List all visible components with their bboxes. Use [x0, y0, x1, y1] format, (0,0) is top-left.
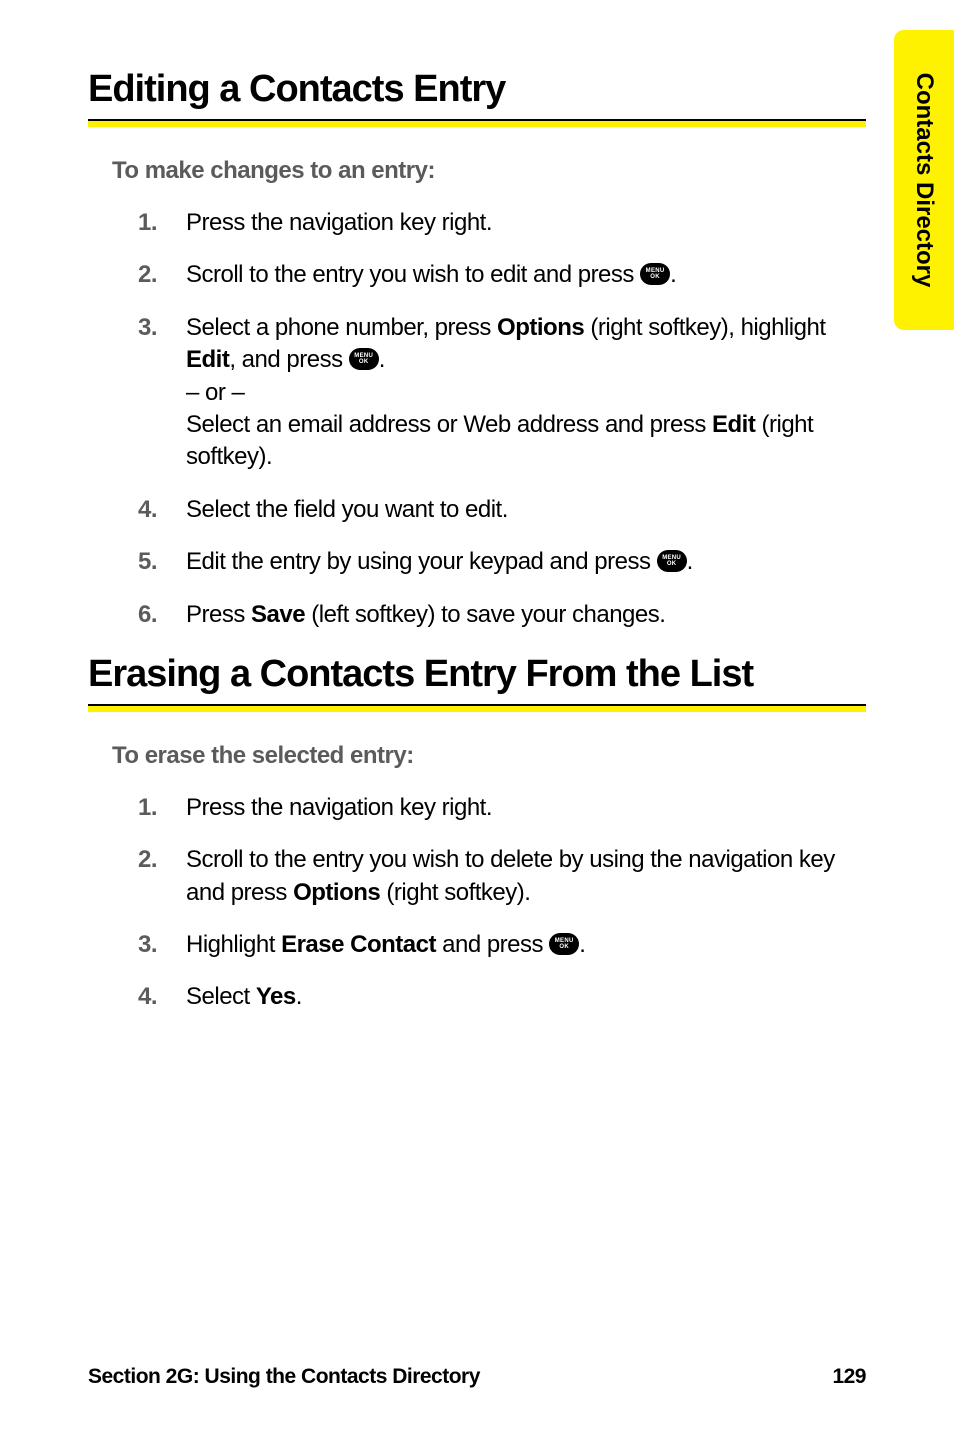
step-text: Press	[186, 601, 251, 628]
heading-underline	[88, 704, 866, 712]
edit-label: Edit	[712, 411, 755, 438]
step-number: 6.	[138, 599, 157, 631]
list-item: 2. Scroll to the entry you wish to edit …	[138, 259, 846, 291]
step-number: 2.	[138, 844, 157, 876]
step-text: (right softkey).	[380, 879, 530, 906]
step-text: (left softkey) to save your changes.	[305, 601, 665, 628]
step-text: Select	[186, 983, 256, 1010]
yes-label: Yes	[256, 983, 296, 1010]
list-item: 1. Press the navigation key right.	[138, 207, 846, 239]
save-label: Save	[251, 601, 305, 628]
step-text: and press	[436, 931, 549, 958]
step-number: 1.	[138, 207, 157, 239]
step-text: Select the field you want to edit.	[186, 496, 508, 523]
step-text: Edit the entry by using your keypad and …	[186, 548, 657, 575]
heading-erasing: Erasing a Contacts Entry From the List	[88, 653, 866, 696]
list-item: 4. Select the field you want to edit.	[138, 494, 846, 526]
erase-contact-label: Erase Contact	[281, 931, 436, 958]
menu-ok-icon: MENUOK	[349, 348, 379, 370]
step-text: Select an email address or Web address a…	[186, 411, 712, 438]
step-text: Select a phone number, press	[186, 314, 497, 341]
list-item: 5. Edit the entry by using your keypad a…	[138, 546, 846, 578]
menu-ok-icon: MENUOK	[640, 263, 670, 285]
lead-erase: To erase the selected entry:	[112, 742, 866, 770]
step-text: Highlight	[186, 931, 281, 958]
footer-page-number: 129	[832, 1365, 866, 1389]
list-item: 6. Press Save (left softkey) to save you…	[138, 599, 846, 631]
footer-section: Section 2G: Using the Contacts Directory	[88, 1365, 480, 1389]
list-item: 3. Select a phone number, press Options …	[138, 312, 846, 474]
step-text: .	[687, 548, 693, 575]
step-text: Scroll to the entry you wish to edit and…	[186, 261, 640, 288]
heading-underline	[88, 119, 866, 127]
page-footer: Section 2G: Using the Contacts Directory…	[88, 1365, 866, 1389]
step-text: , and press	[229, 346, 348, 373]
list-item: 3. Highlight Erase Contact and press MEN…	[138, 929, 846, 961]
list-item: 4. Select Yes.	[138, 981, 846, 1013]
step-text: Press the navigation key right.	[186, 209, 492, 236]
heading-editing: Editing a Contacts Entry	[88, 68, 866, 111]
page-content: Editing a Contacts Entry To make changes…	[0, 0, 954, 1431]
menu-ok-icon: MENUOK	[549, 933, 579, 955]
step-text: .	[579, 931, 585, 958]
edit-label: Edit	[186, 346, 229, 373]
step-number: 5.	[138, 546, 157, 578]
step-number: 3.	[138, 312, 157, 344]
step-text: Press the navigation key right.	[186, 794, 492, 821]
edit-steps-list: 1. Press the navigation key right. 2. Sc…	[138, 207, 846, 631]
step-number: 4.	[138, 494, 157, 526]
step-text: (right softkey), highlight	[584, 314, 825, 341]
step-number: 2.	[138, 259, 157, 291]
list-item: 2. Scroll to the entry you wish to delet…	[138, 844, 846, 909]
options-label: Options	[497, 314, 584, 341]
step-text: .	[670, 261, 676, 288]
step-number: 3.	[138, 929, 157, 961]
step-text: .	[379, 346, 385, 373]
or-separator: – or –	[186, 379, 244, 406]
options-label: Options	[293, 879, 380, 906]
lead-edit: To make changes to an entry:	[112, 157, 866, 185]
step-text: .	[296, 983, 302, 1010]
step-number: 1.	[138, 792, 157, 824]
menu-ok-icon: MENUOK	[657, 550, 687, 572]
erase-steps-list: 1. Press the navigation key right. 2. Sc…	[138, 792, 846, 1014]
step-number: 4.	[138, 981, 157, 1013]
list-item: 1. Press the navigation key right.	[138, 792, 846, 824]
